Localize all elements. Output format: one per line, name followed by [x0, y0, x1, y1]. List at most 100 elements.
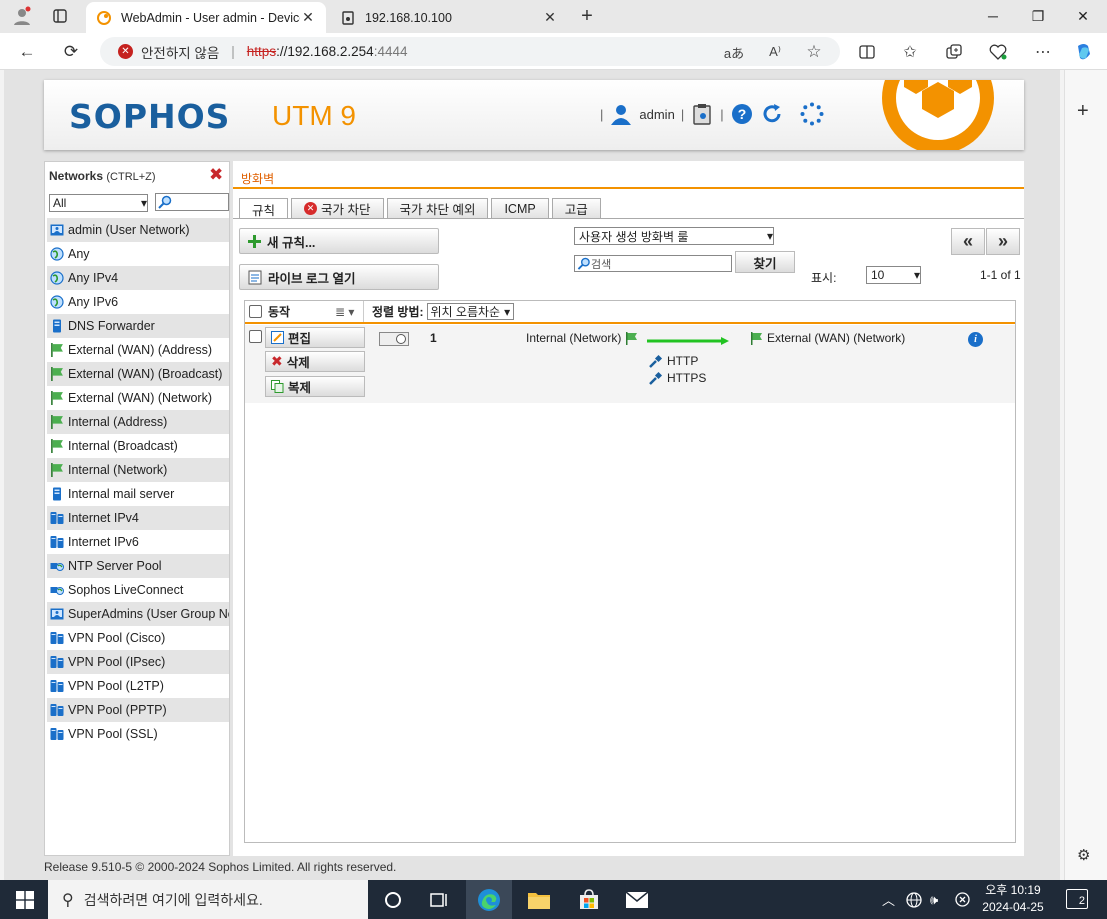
- read-aloud-icon[interactable]: A⁾: [764, 41, 786, 63]
- open-live-log-button[interactable]: 라이브 로그 열기: [239, 264, 439, 290]
- row-checkbox[interactable]: [249, 330, 262, 343]
- sidebar-shortcut: (CTRL+Z): [106, 171, 156, 183]
- store-icon[interactable]: [566, 880, 612, 919]
- tab-country-blocking-exceptions[interactable]: 국가 차단 예외: [386, 198, 489, 218]
- back-icon[interactable]: ←: [14, 39, 40, 65]
- clipboard-icon[interactable]: [690, 102, 714, 126]
- breadcrumb[interactable]: 방화벽: [241, 170, 274, 187]
- user-name-link[interactable]: admin: [639, 107, 674, 122]
- close-window-button[interactable]: ✕: [1063, 4, 1103, 28]
- delete-button[interactable]: ✖ 삭제: [265, 351, 365, 372]
- sidebar-item[interactable]: NTP Server Pool: [47, 554, 229, 578]
- more-menu-icon[interactable]: ⋯: [1032, 41, 1054, 63]
- new-rule-button[interactable]: 새 규칙...: [239, 228, 439, 254]
- close-tab-icon[interactable]: ✕: [300, 9, 316, 26]
- sidebar-item[interactable]: Internet IPv4: [47, 506, 229, 530]
- sidebar-item[interactable]: Internal (Broadcast): [47, 434, 229, 458]
- tab-advanced[interactable]: 고급: [551, 198, 601, 218]
- sidebar-item[interactable]: Internal (Network): [47, 458, 229, 482]
- sidebar-item[interactable]: SuperAdmins (User Group Network): [47, 602, 229, 626]
- favorite-star-icon[interactable]: ☆: [803, 41, 825, 63]
- reload-icon[interactable]: [760, 102, 784, 126]
- no-connection-icon[interactable]: [955, 880, 970, 919]
- sidebar-item[interactable]: Internet IPv6: [47, 530, 229, 554]
- settings-gear-icon[interactable]: ⚙: [1077, 846, 1090, 864]
- sidebar-item[interactable]: Any: [47, 242, 229, 266]
- sidebar-filter-select[interactable]: All ▾: [49, 194, 148, 212]
- find-button[interactable]: 찾기: [735, 251, 795, 273]
- tab-webadmin[interactable]: WebAdmin - User admin - Device ✕: [86, 2, 326, 33]
- rule-source[interactable]: Internal (Network): [526, 331, 638, 345]
- sidebar-item[interactable]: Any IPv4: [47, 266, 229, 290]
- refresh-icon[interactable]: ⟳: [58, 39, 84, 65]
- tab-actions-icon[interactable]: [46, 4, 74, 28]
- collections-icon[interactable]: [943, 41, 965, 63]
- search-icon: [158, 195, 172, 209]
- interface-flag-icon: [751, 331, 762, 345]
- network-icon: [50, 655, 64, 669]
- copilot-icon[interactable]: [1073, 41, 1095, 63]
- rule-destination[interactable]: External (WAN) (Network): [750, 331, 905, 345]
- taskbar-search-input[interactable]: ⚲ 검색하려면 여기에 입력하세요.: [48, 880, 368, 919]
- minimize-button[interactable]: ─: [973, 4, 1013, 28]
- favorites-icon[interactable]: ✩: [899, 41, 921, 63]
- sidebar-item[interactable]: Internal (Address): [47, 410, 229, 434]
- sidebar-item[interactable]: External (WAN) (Network): [47, 386, 229, 410]
- clone-button[interactable]: 복제: [265, 376, 365, 397]
- edge-taskbar-icon[interactable]: [466, 880, 512, 919]
- split-screen-icon[interactable]: [856, 41, 878, 63]
- sidebar-search-input[interactable]: [155, 193, 229, 211]
- info-icon[interactable]: i: [968, 332, 983, 347]
- sidebar-item[interactable]: Sophos LiveConnect: [47, 578, 229, 602]
- mail-icon[interactable]: [614, 880, 660, 919]
- sidebar-item[interactable]: VPN Pool (SSL): [47, 722, 229, 746]
- translate-icon[interactable]: aあ: [723, 41, 745, 63]
- page-size-select[interactable]: 10 ▾: [866, 266, 921, 284]
- close-sidebar-icon[interactable]: ✖: [209, 165, 223, 185]
- volume-icon[interactable]: 🕪: [930, 880, 938, 919]
- sidebar-item[interactable]: VPN Pool (IPsec): [47, 650, 229, 674]
- sidebar-item[interactable]: DNS Forwarder: [47, 314, 229, 338]
- rule-toggle[interactable]: [379, 332, 409, 346]
- select-all-checkbox[interactable]: [249, 305, 262, 318]
- tab-rules[interactable]: 규칙: [239, 198, 289, 219]
- start-button[interactable]: [4, 880, 46, 919]
- tab-icmp[interactable]: ICMP: [491, 198, 549, 218]
- sidebar-item[interactable]: Any IPv6: [47, 290, 229, 314]
- close-tab-icon[interactable]: ✕: [542, 9, 558, 26]
- new-tab-button[interactable]: +: [575, 4, 599, 28]
- browser-essentials-icon[interactable]: [987, 41, 1009, 63]
- rule-service[interactable]: HTTPS: [649, 371, 706, 385]
- cortana-icon[interactable]: [370, 880, 416, 919]
- rule-service[interactable]: HTTP: [649, 354, 698, 368]
- add-sidebar-app-icon[interactable]: +: [1077, 100, 1089, 123]
- column-options-icon[interactable]: ≣ ▾: [335, 301, 354, 322]
- previous-page-button[interactable]: «: [951, 228, 985, 255]
- tab-country-blocking[interactable]: ✕ 국가 차단: [291, 198, 384, 218]
- sidebar-item[interactable]: Internal mail server: [47, 482, 229, 506]
- sidebar-item[interactable]: VPN Pool (PPTP): [47, 698, 229, 722]
- rule-search-input[interactable]: 검색: [574, 255, 732, 272]
- sidebar-item[interactable]: admin (User Network): [47, 218, 229, 242]
- system-clock[interactable]: 오후 10:19 2024-04-25: [978, 882, 1048, 916]
- rule-filter-select[interactable]: 사용자 생성 방화벽 룰 ▾: [574, 227, 774, 245]
- notification-center-button[interactable]: 2: [1066, 889, 1088, 909]
- tab-device[interactable]: 192.168.10.100 ✕: [330, 2, 568, 33]
- help-icon[interactable]: ?: [730, 102, 754, 126]
- sidebar-item[interactable]: VPN Pool (Cisco): [47, 626, 229, 650]
- task-view-icon[interactable]: [416, 880, 462, 919]
- user-icon[interactable]: [609, 102, 633, 126]
- show-hidden-icons[interactable]: ︿: [882, 880, 895, 919]
- profile-icon[interactable]: [8, 4, 36, 28]
- sidebar-item[interactable]: External (WAN) (Address): [47, 338, 229, 362]
- maximize-button[interactable]: ❐: [1018, 4, 1058, 28]
- sidebar-item-label: SuperAdmins (User Group Network): [68, 607, 229, 621]
- sidebar-item[interactable]: External (WAN) (Broadcast): [47, 362, 229, 386]
- tab-label: 규칙: [252, 203, 276, 218]
- sort-select[interactable]: 위치 오름차순 ▾: [426, 303, 515, 320]
- network-globe-icon[interactable]: [906, 880, 922, 919]
- file-explorer-icon[interactable]: [516, 880, 562, 919]
- edit-button[interactable]: 편집: [265, 327, 365, 348]
- sidebar-item[interactable]: VPN Pool (L2TP): [47, 674, 229, 698]
- next-page-button[interactable]: »: [986, 228, 1020, 255]
